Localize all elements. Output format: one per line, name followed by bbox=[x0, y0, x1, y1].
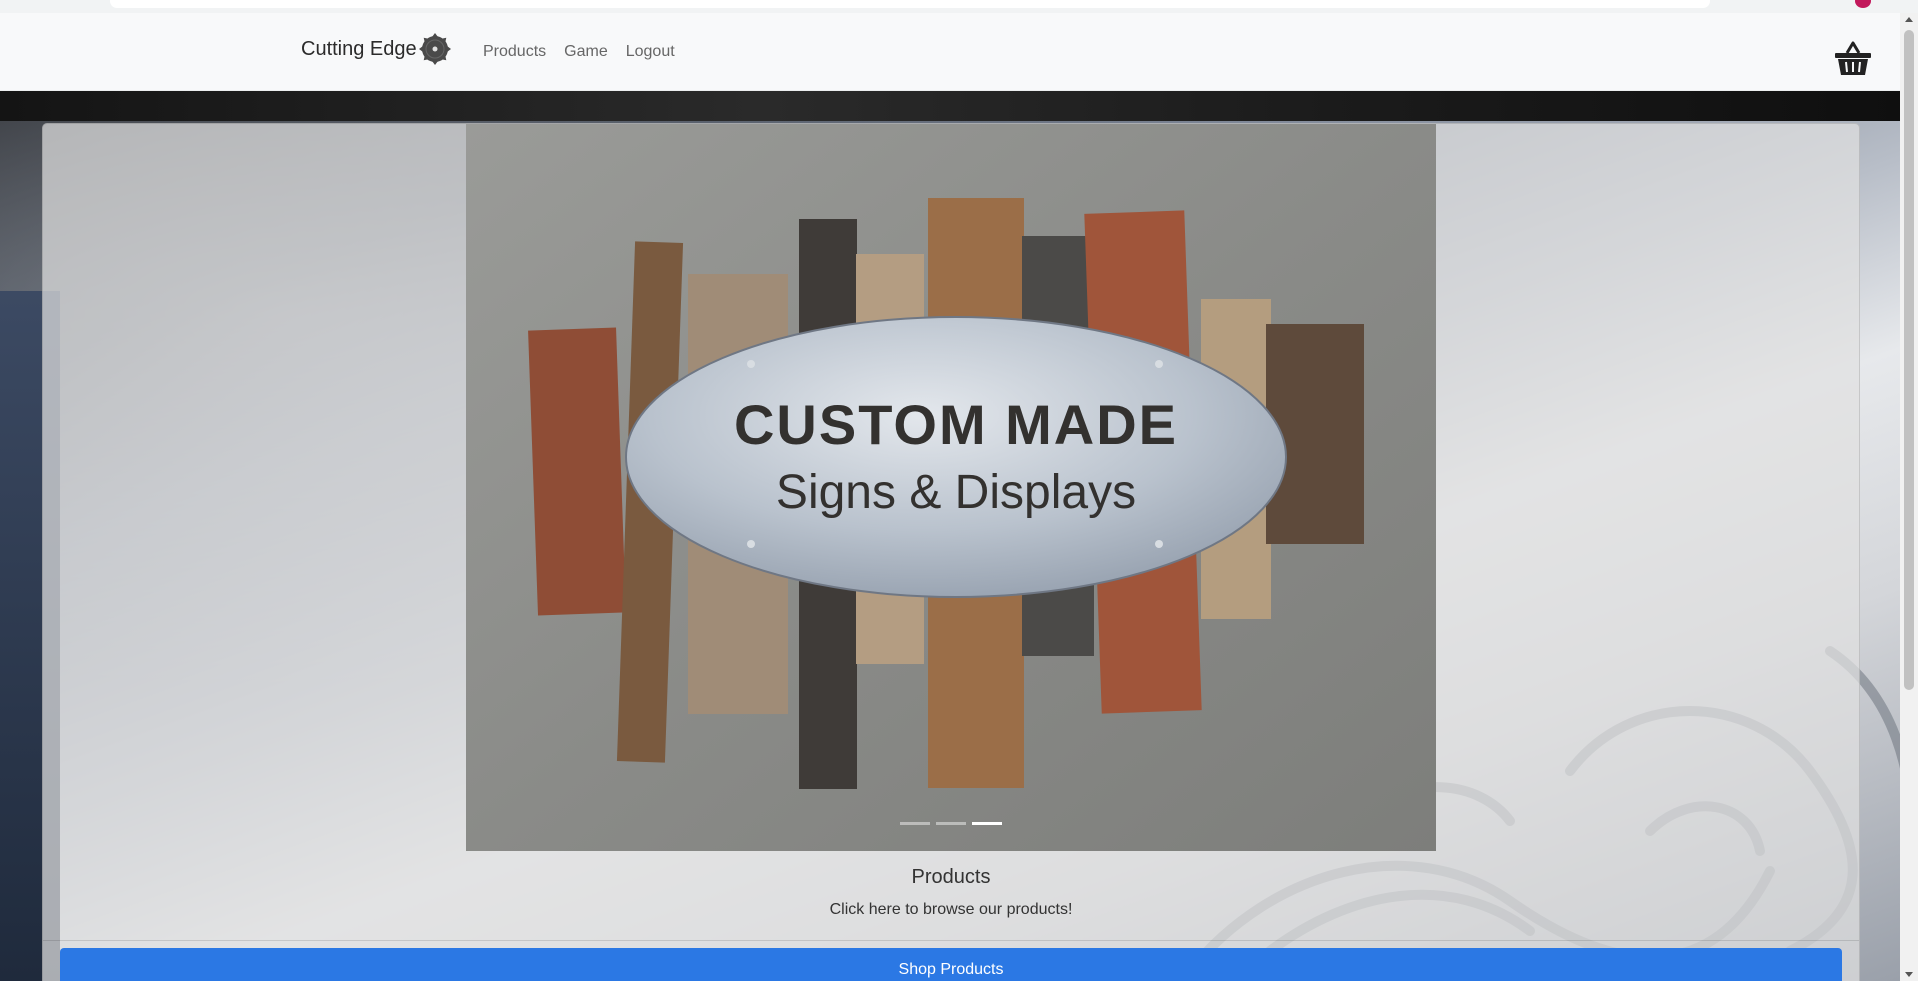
brand-link[interactable]: Cutting Edge bbox=[301, 29, 452, 69]
card-divider bbox=[43, 940, 1859, 941]
basket-icon[interactable] bbox=[1834, 41, 1872, 77]
saw-blade-icon bbox=[418, 33, 451, 65]
card-title: Products bbox=[911, 866, 991, 888]
hero-section: CUSTOM MADE Signs & Displays Products Cl… bbox=[0, 91, 1900, 981]
nav-link-products[interactable]: Products bbox=[474, 35, 555, 69]
brand-name: Cutting Edge bbox=[301, 37, 417, 60]
scroll-down-arrow-icon[interactable] bbox=[1905, 972, 1913, 977]
page-scrollbar[interactable] bbox=[1900, 13, 1918, 981]
image-carousel[interactable]: CUSTOM MADE Signs & Displays bbox=[466, 124, 1436, 851]
nav-link-logout[interactable]: Logout bbox=[617, 35, 684, 69]
nav-links: Products Game Logout bbox=[474, 35, 684, 69]
products-card: CUSTOM MADE Signs & Displays Products Cl… bbox=[42, 123, 1860, 981]
carousel-indicators bbox=[466, 822, 1436, 825]
sign-heading: CUSTOM MADE bbox=[734, 393, 1178, 456]
navbar: Cutting Edge Products Game Logout bbox=[0, 13, 1900, 91]
nav-link-game[interactable]: Game bbox=[555, 35, 617, 69]
card-text: Click here to browse our products! bbox=[829, 901, 1073, 918]
address-bar[interactable] bbox=[110, 0, 1710, 8]
browser-toolbar bbox=[0, 0, 1918, 14]
scroll-thumb[interactable] bbox=[1904, 30, 1914, 690]
profile-avatar[interactable] bbox=[1855, 0, 1871, 8]
scroll-up-arrow-icon[interactable] bbox=[1905, 17, 1913, 22]
shop-products-button[interactable]: Shop Products bbox=[60, 948, 1842, 981]
sign-subheading: Signs & Displays bbox=[776, 466, 1136, 519]
carousel-indicator-1[interactable] bbox=[900, 822, 930, 825]
carousel-indicator-2[interactable] bbox=[936, 822, 966, 825]
carousel-indicator-3[interactable] bbox=[972, 822, 1002, 825]
hero-dark-band bbox=[0, 91, 1900, 121]
carousel-slide-image: CUSTOM MADE Signs & Displays bbox=[466, 124, 1436, 851]
